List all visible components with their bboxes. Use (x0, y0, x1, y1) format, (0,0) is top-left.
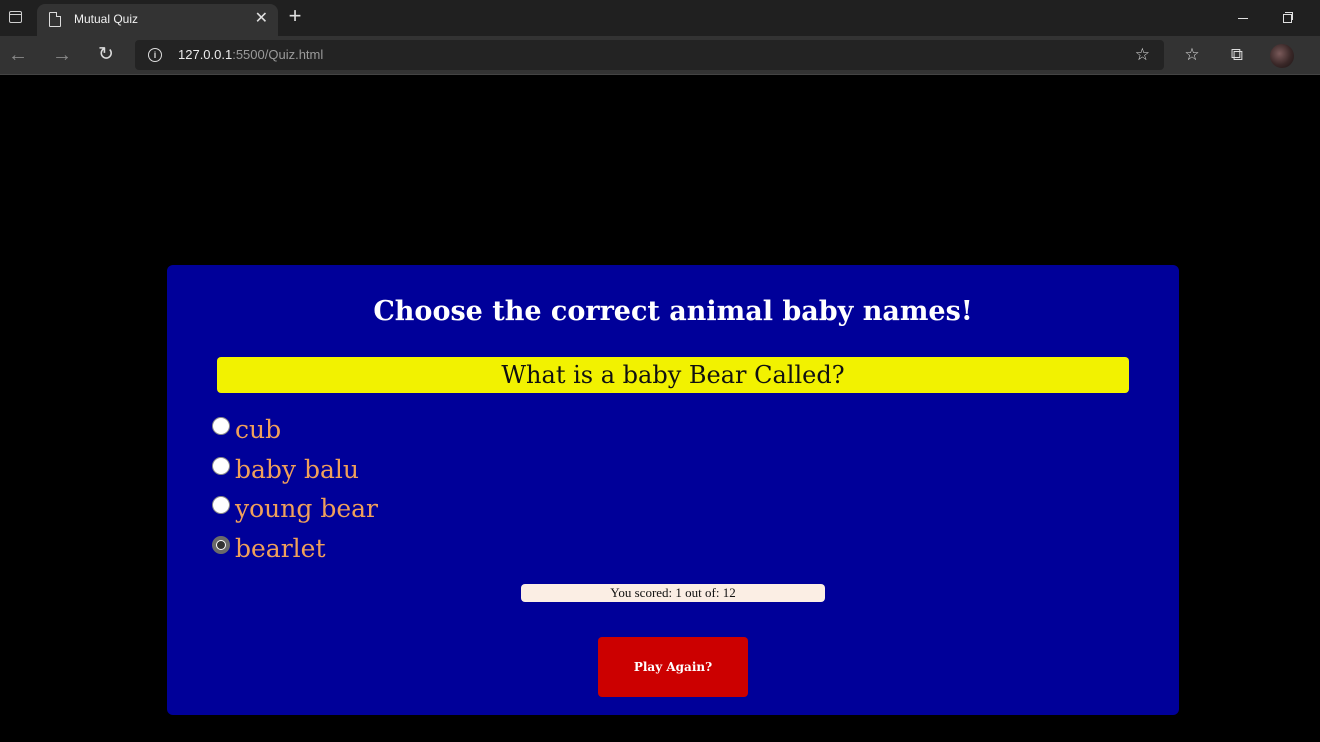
url-host: 127.0.0.1 (178, 47, 233, 62)
answer-label[interactable]: baby balu (235, 455, 359, 484)
page-icon (49, 12, 61, 27)
browser-toolbar: ← → ↻ i 127.0.0.1:5500/Quiz.html ☆ ☆ ⧉ (0, 36, 1320, 75)
close-tab-icon[interactable]: ✕ (255, 10, 268, 28)
favorites-icon[interactable]: ☆ (1180, 44, 1204, 68)
question-text: What is a baby Bear Called? (217, 357, 1129, 393)
info-icon[interactable]: i (148, 48, 162, 62)
quiz-card: Choose the correct animal baby names! Wh… (167, 265, 1179, 715)
quiz-heading: Choose the correct animal baby names! (373, 296, 973, 327)
back-arrow-icon[interactable]: ← (4, 42, 32, 68)
score-text: You scored: 1 out of: 12 (521, 584, 825, 602)
url-text[interactable]: 127.0.0.1:5500/Quiz.html (178, 47, 323, 62)
tab-actions-icon[interactable] (4, 6, 26, 28)
address-bar[interactable]: i 127.0.0.1:5500/Quiz.html ☆ (135, 40, 1164, 70)
restore-button[interactable] (1272, 6, 1302, 28)
answer-radio[interactable] (212, 457, 230, 475)
answer-radio-selected[interactable] (212, 536, 230, 554)
play-again-button[interactable]: Play Again? (598, 637, 748, 697)
answer-label[interactable]: bearlet (235, 534, 326, 563)
add-favorite-icon[interactable]: ☆ (1135, 45, 1150, 65)
answer-radio[interactable] (212, 417, 230, 435)
profile-avatar[interactable] (1270, 44, 1294, 68)
url-path: :5500/Quiz.html (232, 47, 324, 62)
tab-bar: Mutual Quiz ✕ + (0, 0, 1320, 36)
tab-title: Mutual Quiz (74, 12, 139, 26)
answer-label[interactable]: young bear (235, 494, 378, 523)
new-tab-icon[interactable]: + (284, 5, 306, 28)
browser-tab[interactable]: Mutual Quiz ✕ (37, 4, 278, 36)
minimize-button[interactable] (1228, 6, 1258, 28)
collections-icon[interactable]: ⧉ (1225, 44, 1249, 68)
forward-arrow-icon[interactable]: → (48, 42, 76, 68)
answer-radio[interactable] (212, 496, 230, 514)
answer-label[interactable]: cub (235, 415, 281, 444)
reload-icon[interactable]: ↻ (92, 42, 120, 68)
